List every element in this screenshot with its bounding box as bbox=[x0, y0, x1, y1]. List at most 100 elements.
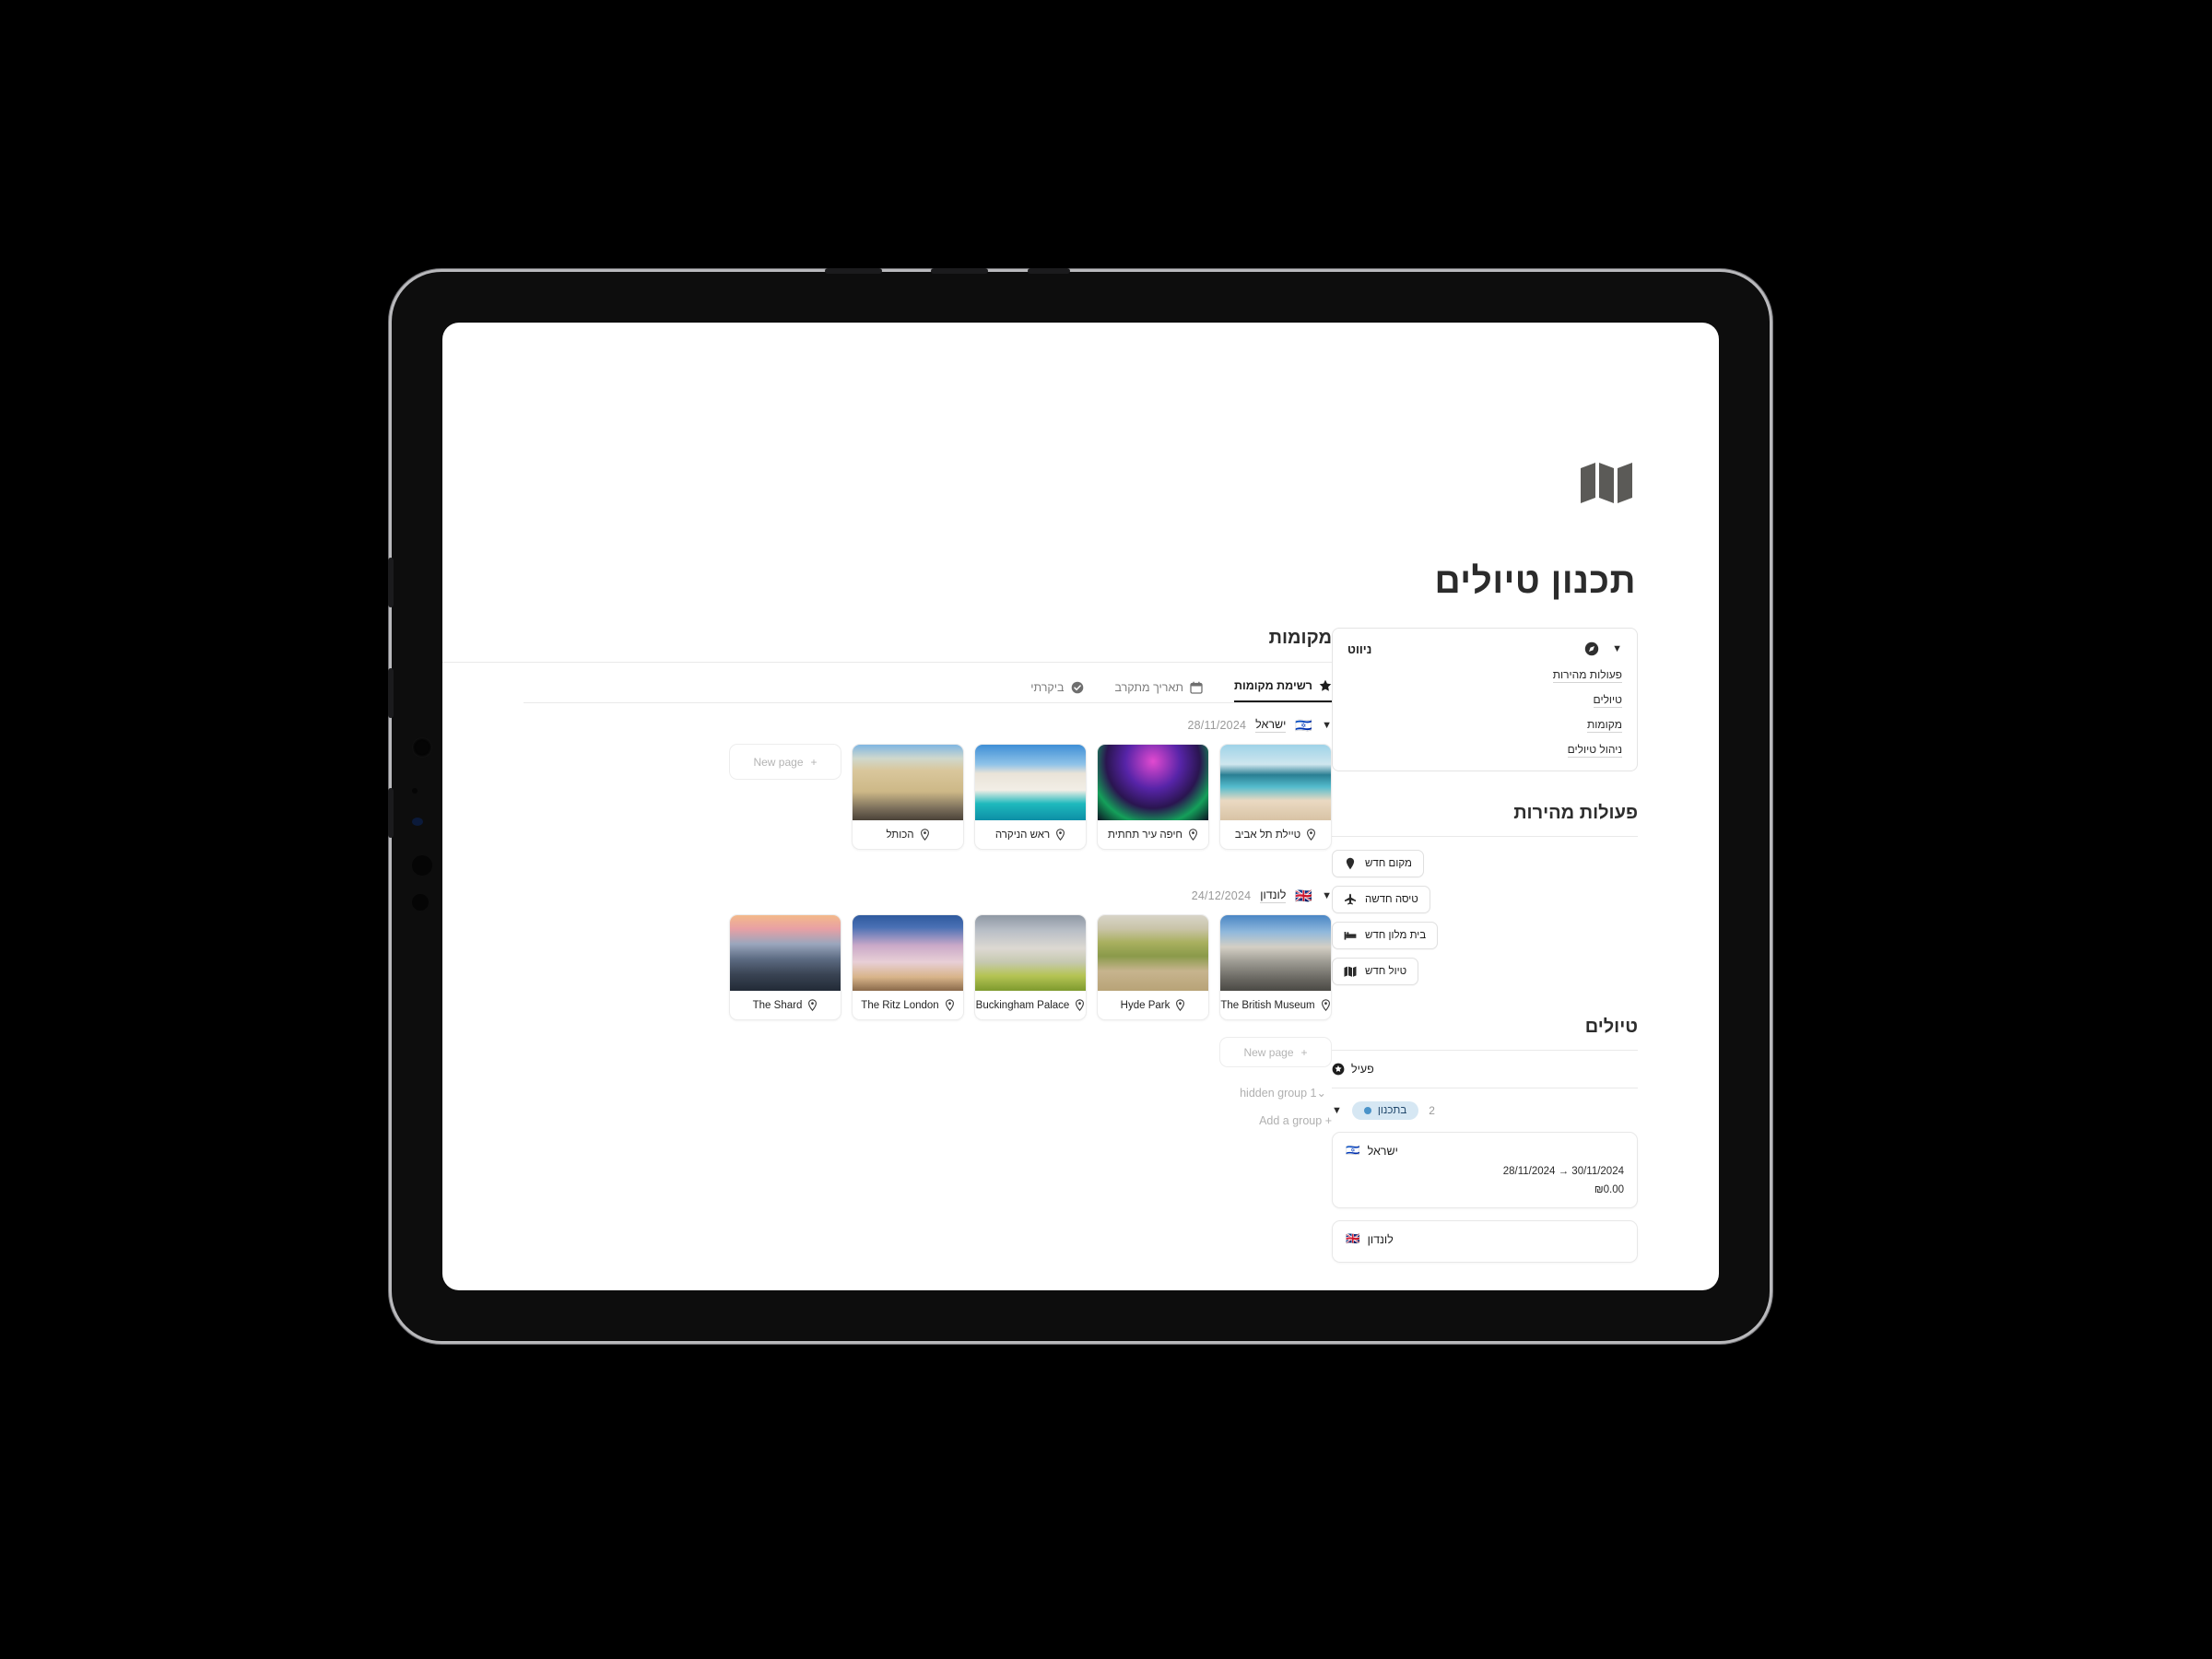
place-card[interactable]: The Ritz London bbox=[852, 914, 964, 1020]
map-pin-icon bbox=[920, 829, 930, 841]
navigation-card-header: ניווט ▼ bbox=[1347, 641, 1622, 656]
trips-heading: טיולים bbox=[1584, 1017, 1638, 1037]
trip-card-israel[interactable]: 🇮🇱 ישראל 28/11/2024 → 30/11/2024 ₪0.00 bbox=[1332, 1132, 1638, 1208]
new-place-label: מקום חדש bbox=[1365, 858, 1412, 869]
group-name: לונדון bbox=[1260, 888, 1287, 903]
plus-icon: + bbox=[810, 755, 818, 769]
folded-map-icon bbox=[1579, 461, 1636, 503]
star-icon bbox=[1319, 679, 1332, 692]
planning-status-badge[interactable]: בתכנון bbox=[1351, 1101, 1419, 1120]
new-trip-button[interactable]: טיול חדש bbox=[1332, 958, 1419, 985]
new-place-button[interactable]: מקום חדש bbox=[1332, 850, 1424, 877]
chevron-down-icon[interactable]: ▼ bbox=[1322, 890, 1332, 901]
trips-section: טיולים פעיל 2 בתכנון ▼ 🇮🇱 ישראל 28/11/20… bbox=[1332, 1017, 1638, 1263]
tablet-screen: תכנון טיולים מקומות רשימת מקומות תאריך מ… bbox=[442, 323, 1719, 1290]
tab-visited-label: ביקרתי bbox=[1030, 681, 1065, 694]
tab-places-list-label: רשימת מקומות bbox=[1233, 679, 1312, 692]
place-group-israel: ▼ 🇮🇱 ישראל 28/11/2024 טיילת תל אביב חיפה… bbox=[442, 703, 1332, 850]
compass-icon bbox=[1584, 641, 1599, 656]
check-circle-icon bbox=[1071, 681, 1084, 694]
navigation-controls: ▼ bbox=[1584, 641, 1622, 656]
place-card-caption: טיילת תל אביב bbox=[1220, 820, 1331, 849]
add-group-label: Add a group bbox=[1259, 1114, 1323, 1127]
place-card[interactable]: The Shard bbox=[729, 914, 841, 1020]
hidden-group-toggle[interactable]: hidden group 1⌄ bbox=[524, 1086, 1332, 1100]
quick-actions-list: מקום חדש טיסה חדשה בית מלון חדש טיול חדש bbox=[1332, 837, 1638, 985]
places-footer: hidden group 1⌄ Add a group + bbox=[442, 1067, 1332, 1127]
trip-price: ₪0.00 bbox=[1594, 1184, 1624, 1195]
map-pin-icon bbox=[1055, 829, 1065, 841]
folded-map-icon bbox=[1344, 965, 1357, 978]
new-page-button[interactable]: New page + bbox=[729, 744, 841, 780]
place-card[interactable]: ראש הניקרה bbox=[974, 744, 1087, 850]
new-page-button[interactable]: New page + bbox=[1219, 1037, 1332, 1067]
group-header[interactable]: ▼ 🇬🇧 לונדון 24/12/2024 bbox=[524, 874, 1332, 914]
place-card-caption: ראש הניקרה bbox=[975, 820, 1086, 849]
trip-card-london[interactable]: 🇬🇧 לונדון bbox=[1332, 1220, 1638, 1263]
flag-icon: 🇮🇱 bbox=[1346, 1144, 1360, 1157]
place-card[interactable]: הכותל bbox=[852, 744, 964, 850]
trip-card-header: 🇬🇧 לונדון bbox=[1346, 1232, 1624, 1246]
chevron-down-icon[interactable]: ▼ bbox=[1322, 720, 1332, 731]
sidebar-item-places[interactable]: מקומות bbox=[1347, 718, 1622, 733]
device-side-button-3 bbox=[388, 788, 394, 838]
device-side-button-2 bbox=[388, 668, 394, 718]
trip-dates: 28/11/2024 → 30/11/2024 bbox=[1502, 1166, 1624, 1177]
map-pin-icon bbox=[1344, 857, 1357, 870]
flag-icon: 🇮🇱 bbox=[1295, 717, 1313, 734]
page-title: תכנון טיולים bbox=[1434, 561, 1636, 601]
new-page-label: New page bbox=[1243, 1045, 1294, 1059]
chevron-down-icon: ⌄ bbox=[1316, 1087, 1326, 1100]
sidebar-item-trips[interactable]: טיולים bbox=[1347, 693, 1622, 708]
flag-icon: 🇬🇧 bbox=[1295, 888, 1313, 904]
place-card[interactable]: The British Museum bbox=[1219, 914, 1332, 1020]
place-card-title: Buckingham Palace bbox=[975, 999, 1070, 1011]
map-pin-icon bbox=[1175, 999, 1185, 1012]
place-thumbnail bbox=[975, 745, 1086, 820]
sidebar-item-quick-actions[interactable]: פעולות מהירות bbox=[1347, 668, 1622, 683]
chevron-down-icon[interactable]: ▼ bbox=[1332, 1105, 1342, 1116]
place-thumbnail bbox=[975, 915, 1086, 991]
page-header: תכנון טיולים bbox=[442, 323, 1719, 602]
add-group-button[interactable]: Add a group + bbox=[524, 1114, 1332, 1127]
place-card-title: Hyde Park bbox=[1120, 999, 1171, 1011]
place-card-caption: The British Museum bbox=[1220, 991, 1331, 1019]
sidebar-item-trip-management[interactable]: ניהול טיולים bbox=[1347, 743, 1622, 758]
place-card[interactable]: טיילת תל אביב bbox=[1219, 744, 1332, 850]
map-pin-icon bbox=[945, 999, 955, 1012]
tab-upcoming-date[interactable]: תאריך מתקרב bbox=[1115, 681, 1203, 702]
group-date: 28/11/2024 bbox=[1187, 719, 1247, 732]
tablet-device-frame: תכנון טיולים מקומות רשימת מקומות תאריך מ… bbox=[388, 268, 1772, 1344]
place-group-london: ▼ 🇬🇧 לונדון 24/12/2024 The British Museu… bbox=[442, 874, 1332, 1067]
trips-planning-row: 2 בתכנון ▼ bbox=[1332, 1088, 1638, 1132]
new-flight-label: טיסה חדשה bbox=[1365, 894, 1418, 905]
bed-icon bbox=[1344, 929, 1357, 942]
device-top-button-2 bbox=[931, 268, 988, 274]
place-card[interactable]: חיפה עיר תחתית bbox=[1097, 744, 1209, 850]
place-thumbnail bbox=[730, 915, 841, 991]
calendar-icon bbox=[1190, 681, 1203, 694]
map-pin-icon bbox=[1188, 829, 1198, 841]
places-heading: מקומות bbox=[1268, 628, 1332, 648]
place-card[interactable]: Hyde Park bbox=[1097, 914, 1209, 1020]
sidebar-item-label: טיולים bbox=[1593, 693, 1622, 708]
place-card[interactable]: Buckingham Palace bbox=[974, 914, 1087, 1020]
new-hotel-label: בית מלון חדש bbox=[1365, 930, 1427, 941]
group-header[interactable]: ▼ 🇮🇱 ישראל 28/11/2024 bbox=[524, 703, 1332, 744]
trips-status-row[interactable]: פעיל bbox=[1332, 1051, 1638, 1088]
place-thumbnail bbox=[1098, 915, 1208, 991]
chevron-down-icon[interactable]: ▼ bbox=[1612, 643, 1622, 654]
tab-places-list[interactable]: רשימת מקומות bbox=[1233, 679, 1332, 702]
quick-actions-section: פעולות מהירות מקום חדש טיסה חדשה בית מלו… bbox=[1332, 803, 1638, 985]
new-hotel-button[interactable]: בית מלון חדש bbox=[1332, 922, 1439, 949]
trip-name: ישראל bbox=[1367, 1144, 1398, 1158]
place-card-title: The British Museum bbox=[1220, 999, 1315, 1011]
tab-visited[interactable]: ביקרתי bbox=[1030, 681, 1083, 702]
place-card-caption: חיפה עיר תחתית bbox=[1098, 820, 1208, 849]
secondary-camera-icon bbox=[412, 855, 432, 876]
device-side-button-1 bbox=[388, 558, 394, 607]
trip-planner-page: תכנון טיולים מקומות רשימת מקומות תאריך מ… bbox=[442, 323, 1719, 1290]
trip-name: לונדון bbox=[1367, 1232, 1394, 1246]
place-thumbnail bbox=[853, 915, 963, 991]
new-flight-button[interactable]: טיסה חדשה bbox=[1332, 886, 1430, 913]
